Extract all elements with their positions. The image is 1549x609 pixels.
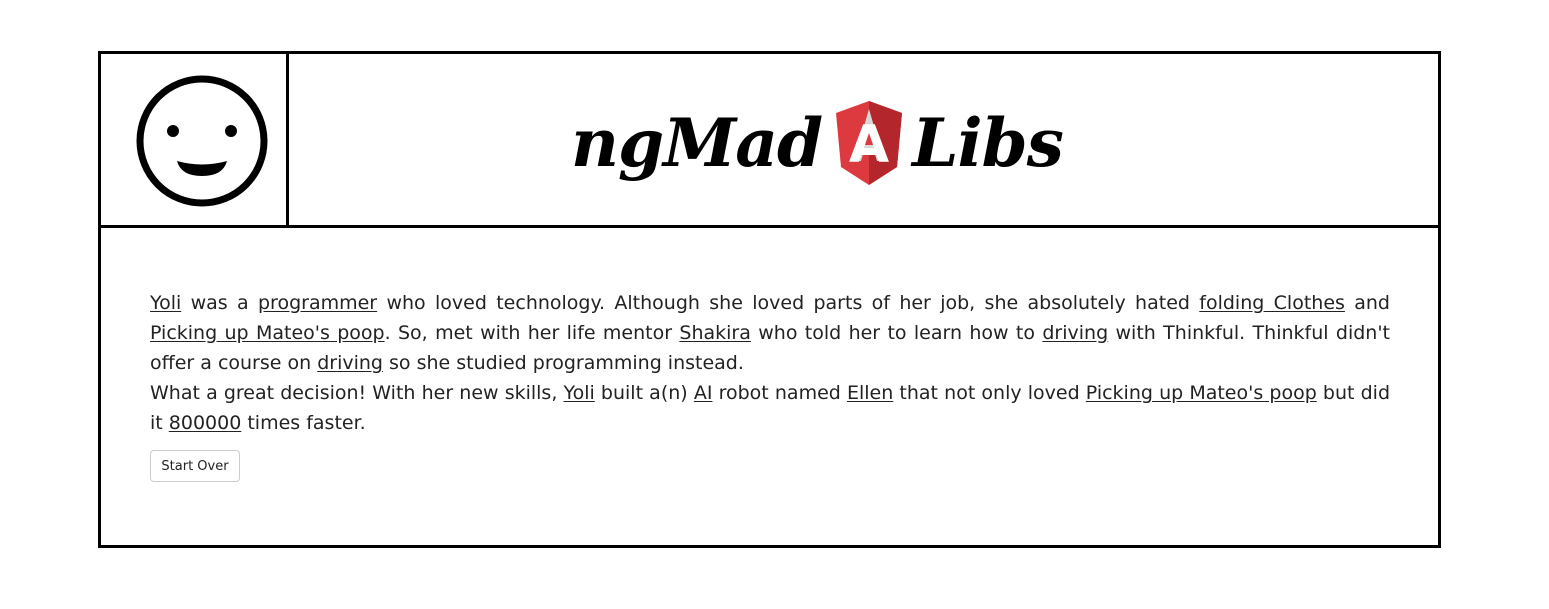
angular-logo-icon: A <box>836 101 903 185</box>
story-paragraph-1: Yoli was a programmer who loved technolo… <box>150 292 1390 374</box>
title-cell: ngMad A Libs <box>289 54 1438 225</box>
word-job: programmer <box>258 292 378 314</box>
header: ngMad A Libs <box>101 54 1438 228</box>
title-right: Libs <box>912 104 1064 182</box>
word-name-2: Yoli <box>563 382 595 404</box>
word-useless-skill-2: driving <box>317 352 383 374</box>
app-title: ngMad A Libs <box>571 98 1064 188</box>
smiley-face-icon <box>136 75 268 207</box>
word-useless-skill: driving <box>1042 322 1109 344</box>
logo-letter: A <box>849 115 889 175</box>
word-dirty-task-2: Picking up Mateo's poop <box>1085 382 1317 404</box>
story-text: Yoli was a programmer who loved technolo… <box>150 288 1390 438</box>
word-dirty-task: Picking up Mateo's poop <box>150 322 385 344</box>
word-adjective: AI <box>693 382 713 404</box>
madlibs-card: ngMad A Libs Yoli was a programmer who l… <box>98 51 1441 548</box>
word-huge-number: 800000 <box>168 412 242 434</box>
word-celebrity-2: Ellen <box>846 382 894 404</box>
word-tedious-task: folding Clothes <box>1199 292 1345 314</box>
title-left: ngMad <box>571 104 823 182</box>
start-over-button[interactable]: Start Over <box>150 450 240 482</box>
word-celebrity: Shakira <box>679 322 751 344</box>
word-name: Yoli <box>150 292 182 314</box>
face-cell <box>101 54 289 225</box>
story-paragraph-2: What a great decision! With her new skil… <box>150 382 1391 434</box>
